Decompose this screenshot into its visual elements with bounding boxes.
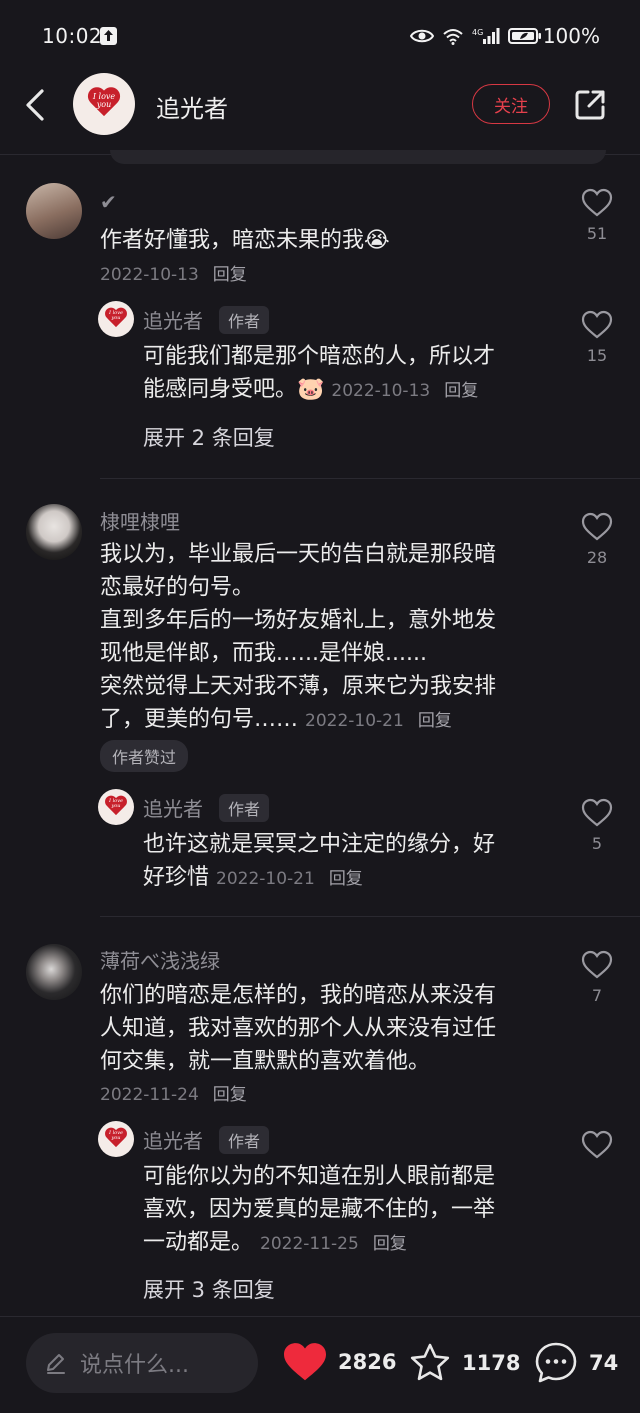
- heart-logo-icon: I love you: [86, 88, 122, 120]
- like-count: 7: [591, 986, 603, 1005]
- eye-icon: [410, 29, 434, 43]
- author-avatar[interactable]: I love you: [73, 73, 135, 135]
- upload-icon: [100, 27, 117, 45]
- reply-button[interactable]: 回复: [213, 265, 247, 285]
- heart-outline-icon: [581, 310, 613, 339]
- comment-text: 我以为，毕业最后一天的告白就是那段暗 恋最好的句号。 直到多年后的一场好友婚礼上…: [100, 542, 497, 732]
- like-count: 51: [586, 224, 608, 243]
- like-post-button[interactable]: 2826: [282, 1341, 396, 1383]
- chevron-left-icon: [26, 89, 44, 121]
- comment-text: 你们的暗恋是怎样的，我的暗恋从来没有 人知道，我对喜欢的那个人从来没有过任 何交…: [100, 983, 497, 1074]
- author-liked-badge: 作者赞过: [100, 740, 189, 772]
- back-button[interactable]: [22, 87, 50, 127]
- like-count: 15: [586, 346, 608, 365]
- heart-logo-icon: I love you: [104, 1128, 128, 1150]
- comment-bubble-icon: [535, 1342, 577, 1383]
- reply-text: 可能你以为的不知道在别人眼前都是 喜欢，因为爱真的是藏不住的，一举 一动都是。 …: [143, 1164, 496, 1255]
- follow-button[interactable]: 关注: [472, 84, 550, 124]
- comment-text: 作者好懂我，暗恋未果的我😭: [100, 228, 390, 253]
- author-tag: 作者: [219, 794, 270, 822]
- reply-text: 也许这就是冥冥之中注定的缘分，好 好珍惜 2022-10-21 回复: [143, 832, 496, 890]
- heart-outline-icon: [581, 798, 613, 827]
- heart-logo-icon: I love you: [104, 308, 128, 330]
- commenter-avatar[interactable]: [26, 504, 82, 560]
- comment-like-button[interactable]: 51: [577, 188, 617, 243]
- comment-input[interactable]: 说点什么...: [26, 1333, 258, 1393]
- post-comment-count: 74: [589, 1351, 619, 1375]
- reply-button[interactable]: 回复: [418, 711, 452, 731]
- reply-username[interactable]: 追光者: [143, 1125, 203, 1154]
- share-icon: [575, 90, 605, 120]
- heart-outline-icon: [581, 950, 613, 979]
- reply-like-button[interactable]: [577, 1130, 617, 1164]
- svg-text:4G: 4G: [472, 28, 483, 37]
- post-like-count: 2826: [338, 1350, 397, 1374]
- favorite-post-button[interactable]: 1178: [408, 1341, 520, 1385]
- page-title: 追光者: [156, 95, 228, 123]
- battery-icon: [508, 28, 541, 44]
- reply-button[interactable]: 回复: [444, 381, 478, 401]
- reply-like-button[interactable]: 15: [577, 310, 617, 365]
- author-tag: 作者: [219, 1126, 270, 1154]
- reply-like-button[interactable]: 5: [577, 798, 617, 853]
- expand-replies-button[interactable]: 展开 3 条回复: [143, 1274, 275, 1304]
- comment-date: 2022-10-13: [100, 265, 199, 285]
- post-favorite-count: 1178: [462, 1351, 521, 1375]
- reply-date: 2022-10-21: [216, 869, 315, 889]
- comment-date: 2022-11-24: [100, 1085, 199, 1105]
- reply-author-avatar[interactable]: I love you: [98, 1121, 134, 1157]
- reply-author-avatar[interactable]: I love you: [98, 789, 134, 825]
- reply-button[interactable]: 回复: [329, 869, 363, 889]
- comment-username[interactable]: ✔: [100, 190, 117, 214]
- expand-replies-button[interactable]: 展开 2 条回复: [143, 422, 275, 452]
- reply-author-avatar[interactable]: I love you: [98, 301, 134, 337]
- reply-text: 可能我们都是那个暗恋的人，所以才 能感同身受吧。🐷 2022-10-13 回复: [143, 344, 496, 402]
- comment-meta: 2022-10-13 回复: [100, 260, 247, 285]
- commenter-avatar[interactable]: [26, 183, 82, 239]
- heart-outline-icon: [581, 1130, 613, 1159]
- status-time: 10:02: [42, 24, 103, 48]
- comments-button[interactable]: 74: [533, 1340, 618, 1386]
- battery-percent: 100%: [542, 24, 600, 48]
- comment-date: 2022-10-21: [305, 711, 404, 731]
- comment-input-placeholder: 说点什么...: [80, 1353, 189, 1378]
- wifi-icon: [443, 29, 463, 45]
- heart-outline-icon: [581, 188, 613, 217]
- heart-outline-icon: [581, 512, 613, 541]
- status-bar: 10:02 4G 100%: [0, 0, 640, 76]
- heart-filled-icon: [284, 1343, 326, 1381]
- star-icon: [410, 1343, 450, 1381]
- author-tag: 作者: [219, 306, 270, 334]
- commenter-avatar[interactable]: [26, 944, 82, 1000]
- comment-like-button[interactable]: 28: [577, 512, 617, 567]
- signal-icon: 4G: [472, 28, 500, 44]
- heart-logo-icon: I love you: [104, 796, 128, 818]
- pencil-icon: [47, 1354, 65, 1374]
- reply-username[interactable]: 追光者: [143, 793, 203, 822]
- comment-divider: [100, 916, 640, 917]
- like-count: 5: [591, 834, 603, 853]
- previous-item-edge: [110, 150, 606, 164]
- comment-meta: 2022-11-24 回复: [100, 1080, 247, 1105]
- comment-username[interactable]: 薄荷べ浅浅绿: [100, 945, 220, 974]
- comment-username[interactable]: 棣哩棣哩: [100, 506, 180, 535]
- share-button[interactable]: [572, 87, 608, 127]
- status-icons: 4G: [410, 27, 542, 45]
- reply-username[interactable]: 追光者: [143, 305, 203, 334]
- like-count: 28: [586, 548, 608, 567]
- reply-button[interactable]: 回复: [373, 1234, 407, 1254]
- reply-date: 2022-11-25: [260, 1234, 359, 1254]
- reply-date: 2022-10-13: [331, 381, 431, 401]
- comment-divider: [100, 478, 640, 479]
- reply-button[interactable]: 回复: [213, 1085, 247, 1105]
- comment-like-button[interactable]: 7: [577, 950, 617, 1005]
